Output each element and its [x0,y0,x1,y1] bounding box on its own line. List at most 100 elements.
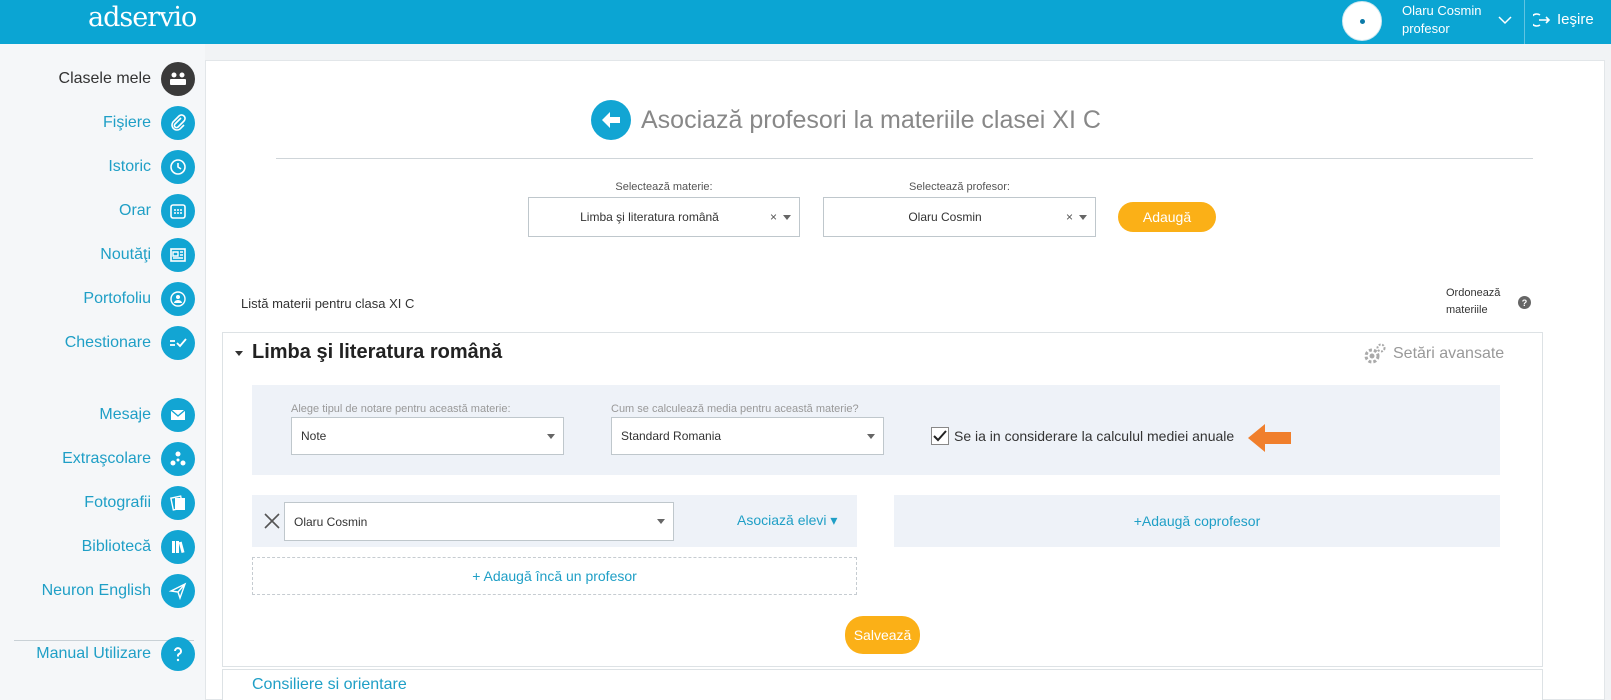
subject-select[interactable]: Limba şi literatura română × [528,197,800,237]
adservio-logo[interactable]: adservio [88,2,197,33]
grading-type-select[interactable]: Note [291,417,564,455]
sidebar-item-label: Mesaje [99,406,151,423]
top-bar: adservio Olaru Cosmin profesor Ieşire [0,0,1611,44]
sidebar-item-label: Bibliotecă [81,538,151,555]
teacher-select-value: Olaru Cosmin [908,210,982,224]
sidebar-item-surveys[interactable]: Chestionare [65,325,195,361]
subjects-list-title: Listă materii pentru clasa XI C [241,296,415,311]
sidebar-item-label: Istoric [108,158,151,175]
avatar-dot [1359,18,1365,24]
sidebar-item-history[interactable]: Istoric [108,149,195,185]
sidebar-item-photos[interactable]: Fotografii [84,485,195,521]
average-method-label: Cum se calculează media pentru această m… [611,403,859,415]
sidebar-item-classes[interactable]: Clasele mele [59,61,195,97]
news-icon [161,238,195,272]
add-coteacher-button[interactable]: +Adaugă coprofesor [894,495,1500,547]
sidebar-item-manual[interactable]: Manual Utilizare [36,636,195,672]
user-name[interactable]: Olaru Cosmin [1402,3,1481,18]
subject-card: Limba şi literatura română Setări avansa… [222,332,1543,667]
chevron-down-icon[interactable] [1497,12,1513,28]
sidebar-item-label: Extraşcolare [62,450,151,467]
next-subject-title: Consiliere si orientare [252,676,407,693]
sidebar-item-label: Portofoliu [83,290,151,307]
subject-card-title[interactable]: Limba şi literatura română [252,341,502,364]
sidebar-item-label: Fişiere [102,114,151,131]
average-method-select[interactable]: Standard Romania [611,417,884,455]
topbar-divider [1524,0,1525,44]
teacher-select[interactable]: Olaru Cosmin × [823,197,1096,237]
back-button[interactable] [591,100,631,140]
sidebar-item-extracurricular[interactable]: Extraşcolare [62,441,195,477]
caret-down-icon[interactable] [867,433,875,439]
caret-down-icon[interactable] [547,433,555,439]
portfolio-icon [161,282,195,316]
subject-card-next[interactable]: Consiliere si orientare [222,669,1543,700]
sidebar-item-label: Neuron English [41,582,151,599]
add-another-teacher-button[interactable]: + Adaugă încă un profesor [252,557,857,595]
checklist-icon [161,326,195,360]
sidebar-item-label: Clasele mele [58,70,151,87]
sidebar-item-portfolio[interactable]: Portofoliu [83,281,195,317]
sidebar-item-schedule[interactable]: Orar [119,193,195,229]
sidebar-item-messages[interactable]: Mesaje [99,397,195,433]
caret-down-icon[interactable] [1079,214,1087,220]
sidebar-item-label: Orar [119,202,151,219]
annual-average-checkbox[interactable] [931,427,949,445]
calendar-icon [161,194,195,228]
advanced-settings-label: Setări avansate [1393,345,1505,362]
arrow-left-icon [1248,424,1291,452]
grading-type-value: Note [301,429,327,443]
photos-icon [161,486,195,520]
paper-plane-icon [161,574,195,608]
classes-icon [161,62,195,96]
sidebar-item-label: Chestionare [64,334,151,351]
spinner-icon [161,442,195,476]
associate-students-link[interactable]: Asociază elevi ▾ [737,512,837,529]
sidebar: Clasele mele Fişiere Istoric Orar Noutăţ… [0,44,205,700]
sidebar-item-label: Noutăţi [100,246,151,263]
paperclip-icon [161,106,195,140]
teacher-row: Olaru Cosmin Asociază elevi ▾ [252,495,857,547]
clear-icon[interactable]: × [1066,210,1073,224]
clear-icon[interactable]: × [770,210,777,224]
subject-select-label: Selectează materie: [615,181,713,193]
grading-type-label: Alege tipul de notare pentru această mat… [291,403,511,415]
logout-button[interactable]: Ieşire [1533,11,1594,28]
help-icon [161,637,195,671]
collapse-caret-icon[interactable] [235,351,243,356]
sidebar-item-label: Fotografii [84,494,151,511]
logout-label: Ieşire [1557,11,1594,28]
advanced-settings-button[interactable]: Setări avansate [1363,343,1504,365]
page-title: Asociază profesori la materiile clasei X… [641,106,1101,134]
annual-average-label: Se ia in considerare la calculul mediei … [954,428,1235,444]
subject-select-value: Limba şi literatura română [580,210,719,224]
caret-down-icon[interactable] [657,519,665,524]
sidebar-item-news[interactable]: Noutăţi [100,237,195,273]
order-subjects-link[interactable]: Ordonează materiile [1446,285,1500,319]
main-panel: Asociază profesori la materiile clasei X… [205,60,1605,700]
user-avatar[interactable] [1342,1,1382,41]
books-icon [161,530,195,564]
logout-icon [1533,12,1551,27]
sidebar-item-library[interactable]: Bibliotecă [82,529,195,565]
subject-settings-box: Alege tipul de notare pentru această mat… [252,385,1500,475]
sidebar-item-files[interactable]: Fişiere [103,105,195,141]
sidebar-item-label: Manual Utilizare [36,645,151,662]
checkmark-icon [933,430,947,442]
add-button[interactable]: Adaugă [1118,202,1216,232]
history-icon [161,150,195,184]
assigned-teacher-select[interactable]: Olaru Cosmin [284,502,674,541]
envelope-icon [161,398,195,432]
save-button[interactable]: Salvează [845,616,920,654]
sidebar-item-neuron-english[interactable]: Neuron English [42,573,195,609]
arrow-left-icon [602,112,620,128]
order-label-line1: Ordonează [1446,287,1501,299]
caret-down-icon[interactable] [783,214,791,220]
order-label-line2: materiile [1446,304,1488,316]
help-icon[interactable]: ? [1518,296,1531,309]
annual-average-option: Se ia in considerare la calculul mediei … [931,427,1234,445]
title-divider [276,158,1533,159]
average-method-value: Standard Romania [621,429,722,443]
close-icon[interactable] [263,512,281,530]
teacher-select-label: Selectează profesor: [909,181,1010,193]
